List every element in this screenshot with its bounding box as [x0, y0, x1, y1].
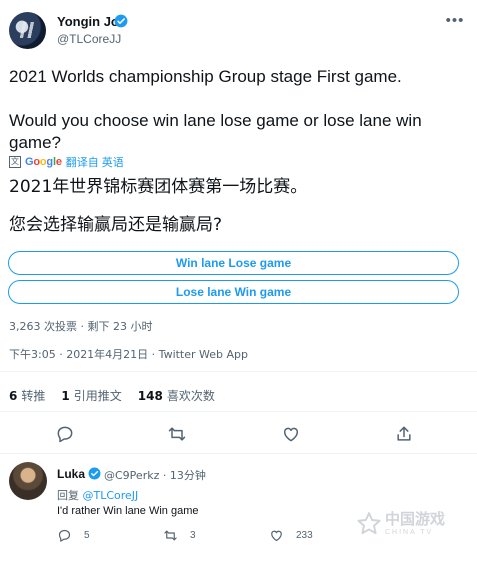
retweet-icon — [164, 530, 177, 541]
watermark-en: CHINA TV — [385, 529, 434, 536]
reply-icon[interactable] — [55, 424, 75, 444]
reply-like-action[interactable]: 233 — [269, 528, 313, 543]
retweet-icon[interactable] — [167, 424, 187, 444]
reply-to-prefix: 回复 — [57, 489, 79, 502]
tweet-text-line-1: 2021 Worlds championship Group stage Fir… — [9, 67, 402, 86]
tweet-text-line-2: Would you choose win lane lose game or l… — [9, 111, 422, 152]
verified-icon — [114, 14, 128, 28]
stat-retweets[interactable]: 6 转推 — [9, 387, 45, 404]
translated-line-1: 2021年世界锦标赛团体赛第一场比赛。 — [9, 177, 308, 197]
translated-text: 2021年世界锦标赛团体赛第一场比赛。 您会选择输赢局还是输赢局? — [9, 176, 464, 236]
watermark-cn: 中国游戏 — [385, 510, 446, 528]
reply-like-count: 233 — [296, 530, 313, 541]
reply-icon — [58, 529, 71, 542]
divider — [0, 453, 477, 454]
author-handle[interactable]: @TLCoreJJ — [57, 32, 121, 46]
verified-icon — [88, 467, 101, 480]
tweet-text: 2021 Worlds championship Group stage Fir… — [9, 66, 464, 154]
reply-reply-action[interactable]: 5 — [57, 528, 90, 543]
stat-likes[interactable]: 148 喜欢次数 — [138, 387, 215, 404]
reply-avatar[interactable] — [9, 462, 47, 500]
poll-option-2[interactable]: Lose lane Win game — [8, 280, 459, 304]
translation-attribution[interactable]: 文 Google 翻译自 英语 — [9, 155, 124, 169]
more-icon[interactable]: ••• — [441, 12, 469, 32]
tweet-timestamp[interactable]: 下午3:05 · 2021年4月21日 · Twitter Web App — [9, 346, 248, 362]
poll-option-1[interactable]: Win lane Lose game — [8, 251, 459, 275]
reply-to-mention[interactable]: @TLCoreJJ — [83, 489, 139, 502]
watermark-logo: 中国游戏 CHINA TV — [356, 505, 462, 543]
stat-quotes[interactable]: 1 引用推文 — [61, 387, 121, 404]
poll-meta: 3,263 次投票 · 剩下 23 小时 — [9, 320, 153, 333]
divider — [0, 371, 477, 372]
reply-author-name[interactable]: Luka — [57, 467, 85, 481]
reply-retweet-action[interactable]: 3 — [163, 528, 196, 543]
reply-text: I'd rather Win lane Win game — [57, 505, 199, 517]
reply-reply-count: 5 — [84, 530, 90, 541]
divider — [0, 411, 477, 412]
translate-label[interactable]: 翻译自 英语 — [66, 154, 124, 170]
google-logo: Google — [25, 156, 62, 168]
share-icon[interactable] — [394, 424, 414, 444]
tweet-stats: 6 转推 1 引用推文 148 喜欢次数 — [9, 387, 215, 404]
translated-line-2: 您会选择输赢局还是输赢局? — [9, 215, 223, 235]
reply-to: 回复 @TLCoreJJ — [57, 487, 138, 503]
like-icon — [271, 530, 282, 542]
reply-handle-time[interactable]: @C9Perkz · 13分钟 — [104, 467, 206, 483]
author-avatar[interactable] — [9, 12, 46, 49]
star-icon — [357, 512, 381, 535]
like-icon[interactable] — [281, 424, 301, 444]
reply-retweet-count: 3 — [190, 530, 196, 541]
author-name[interactable]: Yongin Jo — [57, 14, 119, 29]
translate-icon: 文 — [9, 156, 21, 168]
